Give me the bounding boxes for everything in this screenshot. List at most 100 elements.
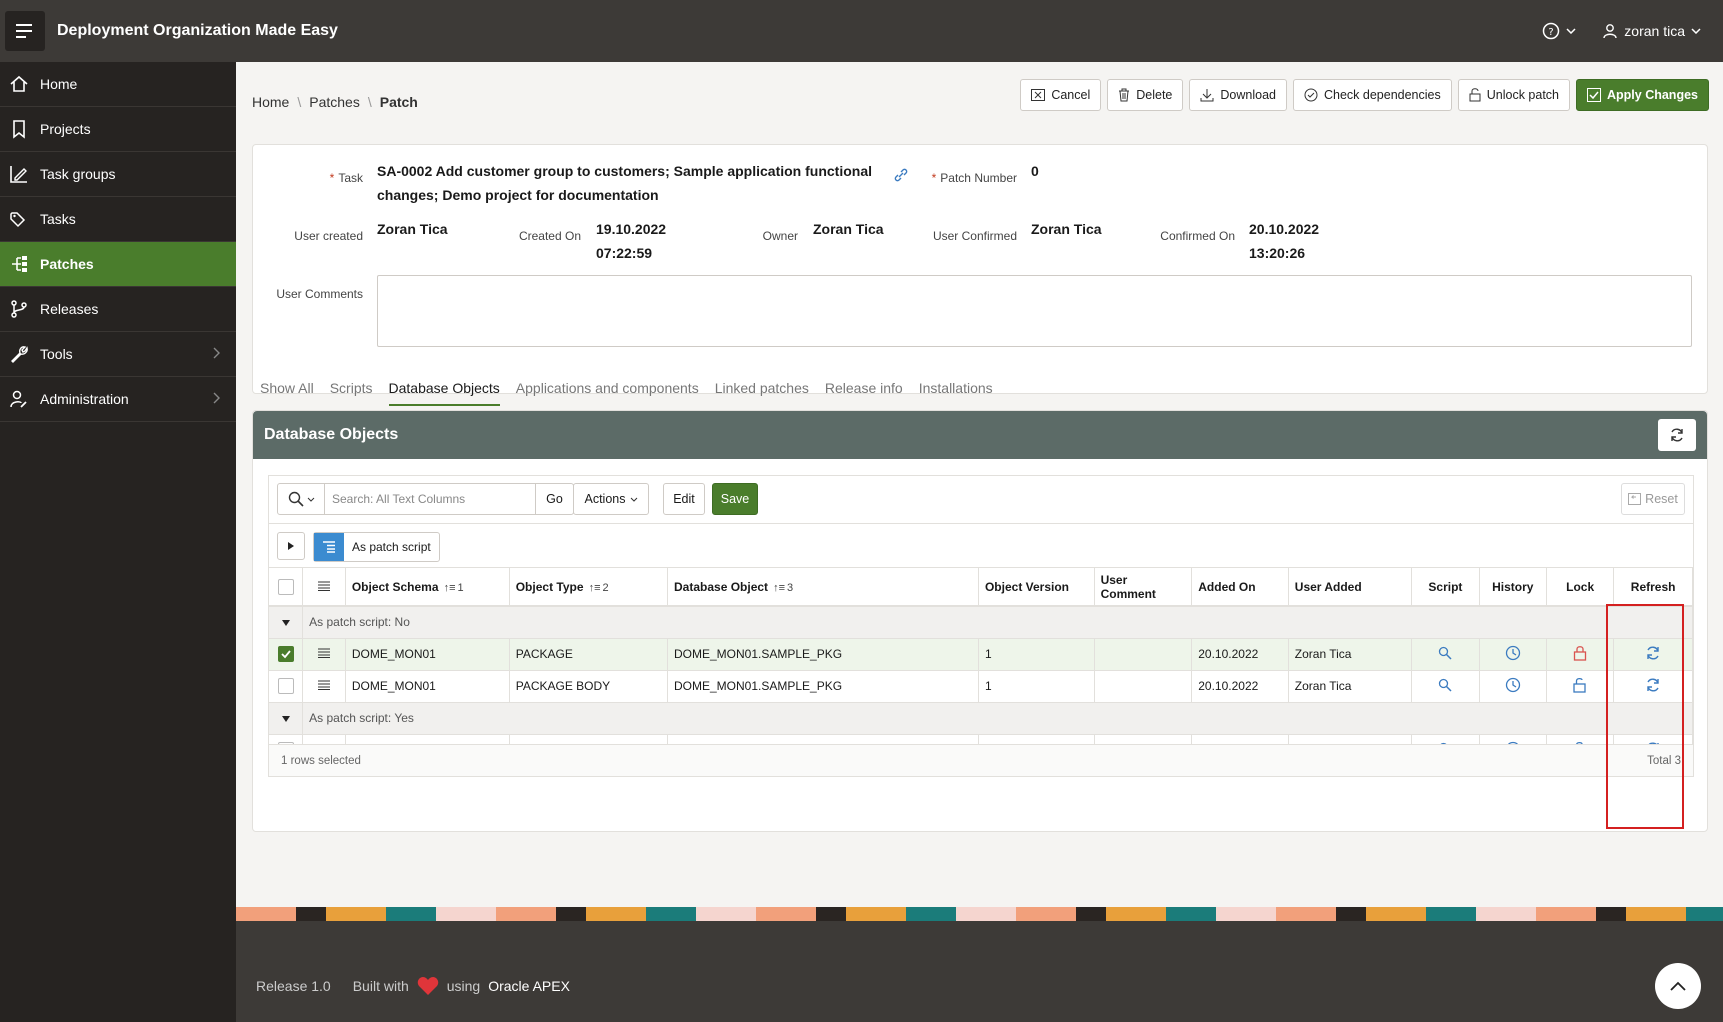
col-refresh[interactable]: Refresh [1613, 568, 1693, 607]
col-user-comment[interactable]: User Comment [1094, 568, 1193, 607]
go-button[interactable]: Go [536, 483, 574, 515]
tab-linked-patches[interactable]: Linked patches [715, 380, 809, 406]
history-icon[interactable] [1479, 670, 1547, 703]
user-comments-textarea[interactable] [377, 275, 1692, 347]
search-icon [288, 491, 304, 507]
help-menu-button[interactable]: ? [1542, 22, 1576, 40]
cancel-button[interactable]: Cancel [1020, 79, 1102, 111]
cell-version[interactable]: 1 [978, 670, 1095, 703]
sidebar-item-patches[interactable]: Patches [0, 242, 236, 287]
script-search-icon[interactable] [1411, 638, 1480, 671]
tab-release-info[interactable]: Release info [825, 380, 903, 406]
chevron-down-icon [307, 497, 314, 502]
col-lock[interactable]: Lock [1546, 568, 1615, 607]
download-label: Download [1220, 88, 1276, 102]
collapse-group-button[interactable] [269, 606, 304, 639]
cell-object[interactable]: DOME_MON01.SAMPLE_PKG [667, 638, 979, 671]
cell-comment[interactable] [1094, 670, 1193, 703]
actions-menu-button[interactable]: Actions [573, 483, 649, 515]
cell-schema[interactable]: DOME_MON01 [345, 670, 510, 703]
wrench-icon [8, 343, 30, 365]
collapse-group-button[interactable] [269, 702, 304, 735]
sidebar-item-label: Tasks [40, 211, 76, 227]
col-object-type[interactable]: Object Type ↑≡ 2 [509, 568, 669, 607]
search-column-selector[interactable] [277, 483, 325, 515]
sidebar-item-tasks[interactable]: Tasks [0, 197, 236, 242]
user-icon [1603, 24, 1617, 39]
reset-button[interactable]: Reset [1621, 483, 1685, 515]
col-history[interactable]: History [1479, 568, 1547, 607]
cell-schema[interactable]: DOME_MON01 [345, 638, 510, 671]
cell-added-on[interactable]: 20.10.2022 [1191, 638, 1289, 671]
breadcrumb-current: Patch [379, 94, 418, 110]
sidebar-item-home[interactable]: Home [0, 62, 236, 107]
row-checkbox[interactable] [269, 638, 304, 671]
region-refresh-button[interactable] [1658, 419, 1696, 451]
cell-user-added[interactable]: Zoran Tica [1288, 638, 1413, 671]
sidebar-item-tools[interactable]: Tools [0, 332, 236, 377]
oracle-apex-link[interactable]: Oracle APEX [488, 978, 570, 994]
download-button[interactable]: Download [1189, 79, 1287, 111]
hamburger-menu-button[interactable] [5, 11, 45, 51]
cell-version[interactable]: 1 [978, 638, 1095, 671]
user-menu-button[interactable]: zoran tica [1602, 23, 1701, 39]
col-added-on[interactable]: Added On [1191, 568, 1289, 607]
cell-type[interactable]: PACKAGE BODY [509, 670, 669, 703]
app-title[interactable]: Deployment Organization Made Easy [57, 22, 338, 40]
heart-icon [417, 977, 438, 995]
scroll-to-top-button[interactable] [1655, 963, 1701, 1009]
search-input[interactable]: Search: All Text Columns [325, 483, 536, 515]
breadcrumb-patches[interactable]: Patches [309, 94, 360, 110]
chevron-up-icon [1670, 981, 1686, 991]
database-objects-region: Database Objects Search: All Text Column… [252, 410, 1708, 832]
chevron-down-icon [1691, 28, 1701, 34]
sidebar: Home Projects Task groups Tasks Patches … [0, 62, 236, 1022]
expand-control-breaks-button[interactable] [277, 532, 305, 560]
cell-object[interactable]: DOME_MON01.SAMPLE_PKG [667, 670, 979, 703]
refresh-icon[interactable] [1613, 638, 1693, 671]
tab-installations[interactable]: Installations [919, 380, 993, 406]
script-search-icon[interactable] [1411, 670, 1480, 703]
row-actions-menu[interactable] [302, 638, 346, 671]
tab-applications-and-components[interactable]: Applications and components [516, 380, 699, 406]
table-row[interactable]: DOME_MON01 PACKAGE DOME_MON01.SAMPLE_PKG… [269, 638, 1693, 671]
save-button[interactable]: Save [712, 483, 758, 515]
footer: Release 1.0 Built with using Oracle APEX [236, 921, 1723, 1022]
sidebar-item-label: Releases [40, 301, 99, 317]
cell-user-added[interactable]: Zoran Tica [1288, 670, 1413, 703]
sidebar-item-projects[interactable]: Projects [0, 107, 236, 152]
row-actions-menu[interactable] [302, 670, 346, 703]
edit-button[interactable]: Edit [663, 483, 705, 515]
sidebar-item-task-groups[interactable]: Task groups [0, 152, 236, 197]
actions-label: Actions [584, 492, 626, 506]
tab-database-objects[interactable]: Database Objects [388, 380, 500, 406]
database-objects-table: Object Schema ↑≡ 1 Object Type ↑≡ 2 Databa… [269, 568, 1693, 767]
col-script[interactable]: Script [1411, 568, 1480, 607]
tab-scripts[interactable]: Scripts [330, 380, 373, 406]
sidebar-item-releases[interactable]: Releases [0, 287, 236, 332]
check-dependencies-button[interactable]: Check dependencies [1292, 79, 1452, 111]
delete-button[interactable]: Delete [1107, 79, 1184, 111]
col-object-version[interactable]: Object Version [978, 568, 1095, 607]
row-checkbox[interactable] [269, 670, 304, 703]
cell-type[interactable]: PACKAGE [509, 638, 669, 671]
control-break-chip[interactable]: As patch script [313, 532, 440, 562]
apply-changes-button[interactable]: Apply Changes [1576, 79, 1709, 111]
unlock-patch-button[interactable]: Unlock patch [1457, 79, 1570, 111]
col-user-added[interactable]: User Added [1288, 568, 1413, 607]
table-row[interactable]: DOME_MON01 PACKAGE BODY DOME_MON01.SAMPL… [269, 670, 1693, 703]
grid-footer: 1 rows selected Total 3 [269, 744, 1693, 776]
col-database-object[interactable]: Database Object ↑≡ 3 [667, 568, 979, 607]
select-all-checkbox[interactable] [269, 568, 304, 607]
breadcrumb-home[interactable]: Home [252, 94, 289, 110]
lock-icon[interactable] [1546, 638, 1615, 671]
tab-show-all[interactable]: Show All [260, 380, 314, 406]
cell-added-on[interactable]: 20.10.2022 [1191, 670, 1289, 703]
cell-comment[interactable] [1094, 638, 1193, 671]
refresh-icon [1671, 428, 1683, 442]
sidebar-item-administration[interactable]: Administration [0, 377, 236, 422]
col-object-schema[interactable]: Object Schema ↑≡ 1 [345, 568, 510, 607]
history-icon[interactable] [1479, 638, 1547, 671]
refresh-icon[interactable] [1613, 670, 1693, 703]
unlock-icon[interactable] [1546, 670, 1615, 703]
